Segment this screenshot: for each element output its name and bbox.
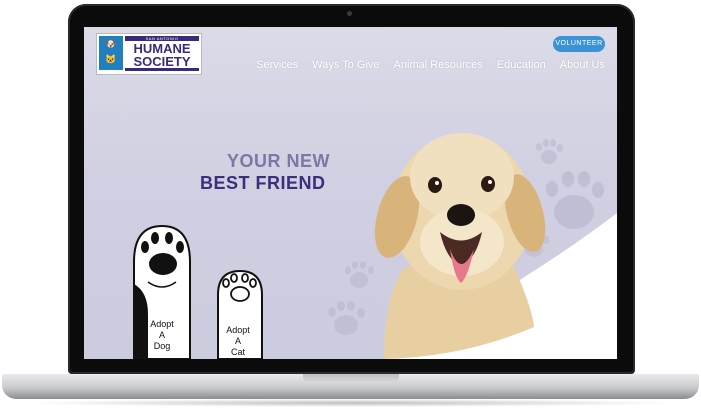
hero-title-line2: BEST FRIEND: [200, 173, 326, 193]
paw-print-icon: [345, 261, 374, 288]
laptop-mockup: 🐶 🐱 SAN ANTONIO HUMANE SOCIETY VOLUNTEER…: [0, 0, 701, 412]
nav-item-about-us[interactable]: About Us: [560, 59, 605, 71]
paw-print-icon: [536, 139, 563, 164]
logo-underline: [125, 68, 199, 71]
paw-print-icon: [328, 301, 365, 335]
dog-photo: [374, 133, 546, 359]
website-screen: 🐶 🐱 SAN ANTONIO HUMANE SOCIETY VOLUNTEER…: [84, 27, 617, 359]
logo-icon-panel: 🐶 🐱: [99, 36, 123, 70]
main-nav: Services Ways To Give Animal Resources E…: [256, 59, 605, 71]
laptop-shadow: [20, 399, 681, 407]
camera-dot: [347, 11, 352, 16]
nav-item-services[interactable]: Services: [256, 59, 298, 71]
adopt-dog-label[interactable]: Adopt A Dog: [142, 319, 182, 352]
logo-line2: SOCIETY: [133, 54, 191, 69]
laptop-notch: [303, 374, 399, 383]
paw-print-icon: [546, 171, 604, 229]
dog-head-icon: 🐶: [105, 39, 117, 49]
nav-item-ways-to-give[interactable]: Ways To Give: [312, 59, 379, 71]
nav-item-animal-resources[interactable]: Animal Resources: [394, 59, 483, 71]
nav-item-education[interactable]: Education: [497, 59, 546, 71]
cat-head-icon: 🐱: [105, 54, 117, 64]
hero-title-line1: YOUR NEW: [227, 151, 330, 171]
site-logo[interactable]: 🐶 🐱 SAN ANTONIO HUMANE SOCIETY: [96, 33, 202, 75]
adopt-cat-label[interactable]: Adopt A Cat: [218, 325, 258, 358]
volunteer-button[interactable]: VOLUNTEER: [553, 36, 605, 52]
